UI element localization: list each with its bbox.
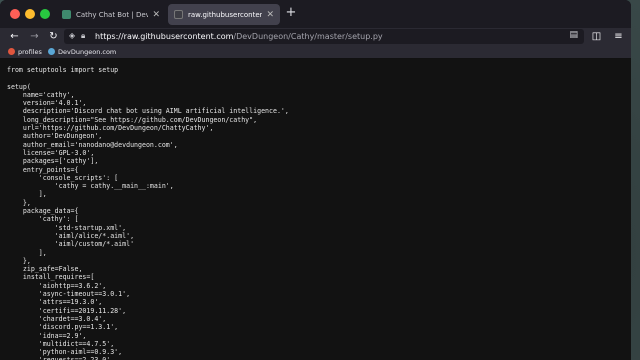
bookmark-profiles[interactable]: profiles [8, 46, 42, 57]
code-line: 'async-timeout==3.0.1', [7, 290, 131, 299]
tab-bar: Cathy Chat Bot | DevDungeon ✕ raw.github… [0, 0, 631, 28]
pocket-icon[interactable]: ◫ [590, 30, 603, 43]
window-zoom-button[interactable] [40, 9, 50, 19]
url-path: /DevDungeon/Cathy/master/setup.py [233, 32, 383, 41]
code-line: install_requires=[ [7, 273, 95, 282]
reload-icon[interactable]: ↻ [47, 30, 60, 43]
page-content: from setuptools import setup setup( name… [0, 59, 631, 360]
code-line: 'aiml/custom/*.aiml' [7, 240, 135, 249]
code-line: 'certifi==2019.11.28', [7, 306, 127, 315]
bookmark-favicon-icon [8, 48, 15, 55]
code-line: package_data={ [7, 207, 79, 216]
code-line: 'attrs==19.3.0', [7, 298, 103, 307]
new-tab-button[interactable]: + [284, 6, 298, 20]
url-host: https://raw.githubusercontent.com [95, 32, 234, 41]
code-line: 'std-startup.xml', [7, 223, 127, 232]
code-line: author='DevDungeon', [7, 132, 103, 141]
bookmark-label: profiles [18, 47, 42, 56]
code-line: zip_safe=False, [7, 265, 83, 274]
hamburger-menu-icon[interactable]: ≡ [612, 30, 625, 43]
code-line: 'console_scripts': [ [7, 173, 119, 182]
code-line: setup( [7, 82, 31, 91]
code-line: author_email='nanodano@devdungeon.com', [7, 140, 178, 149]
bookmarks-toolbar: profiles DevDungeon.com [0, 45, 631, 59]
lock-icon[interactable]: 🔒︎ [81, 31, 85, 41]
tab-cathy-chat-bot[interactable]: Cathy Chat Bot | DevDungeon ✕ [56, 4, 166, 25]
code-line: 'requests==2.23.0', [7, 356, 114, 360]
close-icon[interactable]: ✕ [152, 10, 160, 20]
bookmark-favicon-icon [48, 48, 55, 55]
code-line: url='https://github.com/DevDungeon/Chatt… [7, 124, 214, 133]
window-close-button[interactable] [10, 9, 20, 19]
browser-window: Cathy Chat Bot | DevDungeon ✕ raw.github… [0, 0, 631, 360]
plain-text-document: from setuptools import setup setup( name… [7, 66, 289, 360]
forward-arrow-icon[interactable]: → [28, 30, 41, 43]
code-line: 'chardet==3.0.4', [7, 314, 107, 323]
window-minimize-button[interactable] [25, 9, 35, 19]
address-bar[interactable]: ◈ 🔒︎ https://raw.githubusercontent.com/D… [64, 29, 584, 44]
code-line: 'aiohttp==3.6.2', [7, 281, 107, 290]
shield-icon[interactable]: ◈ [69, 31, 75, 40]
code-line: license='GPL-3.0', [7, 148, 95, 157]
code-line: 'idna==2.9', [7, 331, 87, 340]
bookmark-label: DevDungeon.com [58, 47, 117, 56]
code-line: description='Discord chat bot using AIML… [7, 107, 289, 116]
code-line: entry_points={ [7, 165, 79, 174]
close-icon[interactable]: ✕ [266, 10, 274, 20]
url-text[interactable]: https://raw.githubusercontent.com/DevDun… [95, 30, 383, 43]
code-line: 'discord.py==1.3.1', [7, 323, 119, 332]
code-line: version='4.0.1', [7, 99, 87, 108]
page-favicon-icon [174, 10, 183, 19]
code-line: name='cathy', [7, 90, 75, 99]
reader-view-icon[interactable]: ▤ [569, 30, 578, 40]
code-line: 'aiml/alice/*.aiml', [7, 231, 135, 240]
tab-setup-py[interactable]: raw.githubusercontent.com/DevDungeon/Cat… [168, 4, 280, 25]
navigation-toolbar: ← → ↻ ◈ 🔒︎ https://raw.githubusercontent… [0, 28, 631, 45]
devdungeon-favicon-icon [62, 10, 71, 19]
code-line: packages=['cathy'], [7, 157, 99, 166]
code-line: 'python-aiml==0.9.3', [7, 348, 123, 357]
tab-title: raw.githubusercontent.com/DevDungeon/Cat… [188, 10, 263, 19]
bookmark-devdungeon[interactable]: DevDungeon.com [48, 46, 116, 57]
code-line: ], [7, 248, 47, 257]
code-line: long_description="See https://github.com… [7, 115, 258, 124]
tab-title: Cathy Chat Bot | DevDungeon [76, 10, 149, 19]
code-line: 'cathy': [ [7, 215, 79, 224]
back-arrow-icon[interactable]: ← [8, 30, 21, 43]
code-line: 'cathy = cathy.__main__:main', [7, 182, 174, 191]
code-line: from setuptools import setup [7, 66, 119, 74]
code-line: }, [7, 198, 31, 207]
code-line: ], [7, 190, 47, 199]
code-line: 'multidict==4.7.5', [7, 339, 115, 348]
code-line: }, [7, 256, 31, 265]
